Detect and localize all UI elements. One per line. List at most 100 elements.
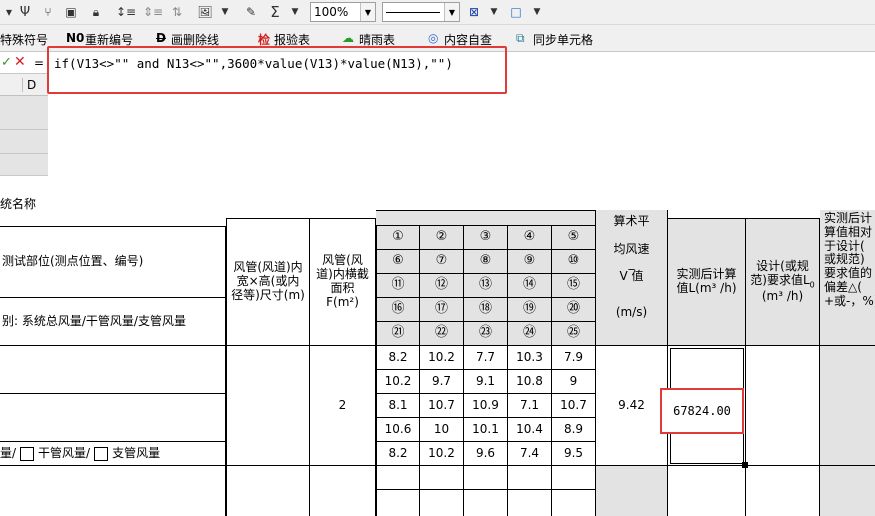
reading-cell[interactable]: 10.8 (508, 370, 552, 394)
measure-point-number: ⑱ (464, 298, 508, 322)
reading-cell[interactable]: 9.1 (464, 370, 508, 394)
deviation-cell[interactable] (820, 466, 875, 516)
deviation-label: 要求值的 (824, 266, 873, 281)
reading-cell[interactable]: 10.4 (508, 418, 552, 442)
image-icon[interactable]: 🖼︎ (196, 3, 214, 21)
reading-cell[interactable]: 7.9 (552, 346, 596, 370)
measured-volume-cell[interactable] (668, 466, 746, 516)
trunk-volume-checkbox[interactable] (20, 446, 35, 461)
location-cell[interactable] (0, 394, 226, 442)
reading-cell[interactable] (376, 490, 420, 516)
reading-cell[interactable] (376, 466, 420, 490)
reading-cell[interactable]: 9.5 (552, 442, 596, 466)
v-value-label: V 值 (619, 269, 644, 284)
measure-point-number: ㉕ (552, 322, 596, 346)
location-cell[interactable] (0, 346, 226, 394)
toolbar-row-1: ▾ Ψ ⑂ ▣ 🔒︎ ↕≡ ⇕≡ ⇅ 🖼︎ ▼ ✎ Σ ▼ 100% ▼ ▼ ⊠… (0, 0, 875, 25)
duct-area-cell[interactable]: 2 (310, 346, 376, 466)
deviation-cell[interactable] (820, 346, 875, 466)
reading-cell[interactable]: 10.3 (508, 346, 552, 370)
frame-icon[interactable]: □ (508, 3, 524, 21)
reading-cell[interactable]: 9 (552, 370, 596, 394)
reading-cell[interactable]: 10.9 (464, 394, 508, 418)
weather-icon: ☁ (342, 31, 354, 45)
reading-cell[interactable]: 10.7 (420, 394, 464, 418)
reading-cell[interactable]: 9.7 (420, 370, 464, 394)
reading-cell[interactable]: 10.2 (376, 370, 420, 394)
chevron-down-icon[interactable]: ▼ (488, 3, 500, 21)
branch-icon[interactable]: Ψ (17, 3, 33, 21)
avg-speed-cell[interactable] (596, 466, 668, 516)
avg-speed-cell[interactable]: 9.42 (596, 346, 668, 466)
chevron-down-icon[interactable]: ▼ (219, 3, 231, 21)
design-volume-label: 设计(或规范)要求值L0 (750, 259, 815, 290)
location-cell[interactable] (0, 466, 226, 516)
branch-volume-label: 支管风量 (112, 445, 161, 460)
measure-point-number: ② (420, 226, 464, 250)
edit-icon[interactable]: ✎ (242, 3, 260, 21)
duct-area-cell[interactable] (310, 466, 376, 516)
measure-point-number: ⑲ (508, 298, 552, 322)
lock-icon[interactable]: 🔒︎ (88, 3, 104, 21)
measure-point-number: ⑮ (552, 274, 596, 298)
avg-speed-top: 算术平 (613, 214, 650, 228)
reading-cell[interactable]: 8.2 (376, 442, 420, 466)
duct-area-header: 风管(风道)内横截面积F(m²) (310, 218, 376, 346)
design-volume-cell[interactable] (746, 466, 820, 516)
sum-button[interactable]: Σ (268, 3, 282, 21)
reading-cell[interactable]: 10 (420, 418, 464, 442)
fork-icon[interactable]: ⑂ (40, 3, 56, 21)
branch-volume-checkbox[interactable] (94, 446, 109, 461)
strike-icon: D (156, 31, 166, 45)
cancel-icon[interactable]: ✕ (14, 54, 26, 70)
reading-cell[interactable]: 8.2 (376, 346, 420, 370)
border-icon[interactable]: ⊠ (466, 3, 482, 21)
column-header-d[interactable]: D (22, 78, 36, 92)
row-header[interactable] (0, 130, 48, 154)
chevron-down-icon[interactable]: ▼ (289, 3, 301, 21)
reading-cell[interactable]: 7.4 (508, 442, 552, 466)
arrow-icon[interactable]: ▾ (2, 3, 16, 21)
reading-cell[interactable]: 10.6 (376, 418, 420, 442)
chevron-down-icon[interactable]: ▼ (531, 3, 543, 21)
reading-cell[interactable] (464, 490, 508, 516)
reading-cell[interactable]: 10.2 (420, 442, 464, 466)
measure-point-number: ⑨ (508, 250, 552, 274)
reading-cell[interactable] (508, 490, 552, 516)
reading-cell[interactable]: 7.1 (508, 394, 552, 418)
reading-cell[interactable] (508, 466, 552, 490)
reading-cell[interactable]: 8.9 (552, 418, 596, 442)
indent-icon[interactable]: ⇕≡ (143, 3, 163, 21)
confirm-icon[interactable]: ✓ (1, 55, 12, 70)
deviation-label: 实测后计 (824, 211, 873, 225)
duct-size-cell[interactable] (226, 346, 310, 466)
row-header[interactable] (0, 154, 48, 176)
reading-cell[interactable] (552, 466, 596, 490)
chevron-down-icon[interactable]: ▼ (360, 3, 375, 21)
row-header[interactable] (0, 96, 48, 130)
line-style-select[interactable]: ▼ (382, 2, 460, 22)
zoom-select[interactable]: 100% ▼ (310, 2, 376, 22)
save-icon[interactable]: ▣ (63, 3, 79, 21)
duct-size-cell[interactable] (226, 466, 310, 516)
sync-cell-button[interactable]: 同步单元格 (533, 31, 593, 48)
deviation-label: 偏差△( (824, 279, 862, 294)
design-volume-cell[interactable] (746, 346, 820, 466)
reading-cell[interactable] (420, 490, 464, 516)
avg-speed-label: 均风速 (613, 241, 650, 256)
reading-cell[interactable] (464, 466, 508, 490)
reading-cell[interactable] (552, 490, 596, 516)
deviation-label: +或-，%) (824, 293, 875, 308)
reading-cell[interactable]: 10.1 (464, 418, 508, 442)
reading-cell[interactable]: 7.7 (464, 346, 508, 370)
measured-volume-highlight[interactable]: 67824.00 (660, 388, 744, 434)
special-symbol-button[interactable]: 特殊符号 (0, 31, 48, 48)
reading-cell[interactable]: 9.6 (464, 442, 508, 466)
line-spacing-icon[interactable]: ↕≡ (116, 3, 136, 21)
chevron-down-icon[interactable]: ▼ (444, 3, 459, 21)
sort-icon[interactable]: ⇅ (168, 3, 186, 21)
reading-cell[interactable]: 10.2 (420, 346, 464, 370)
reading-cell[interactable] (420, 466, 464, 490)
reading-cell[interactable]: 10.7 (552, 394, 596, 418)
reading-cell[interactable]: 8.1 (376, 394, 420, 418)
